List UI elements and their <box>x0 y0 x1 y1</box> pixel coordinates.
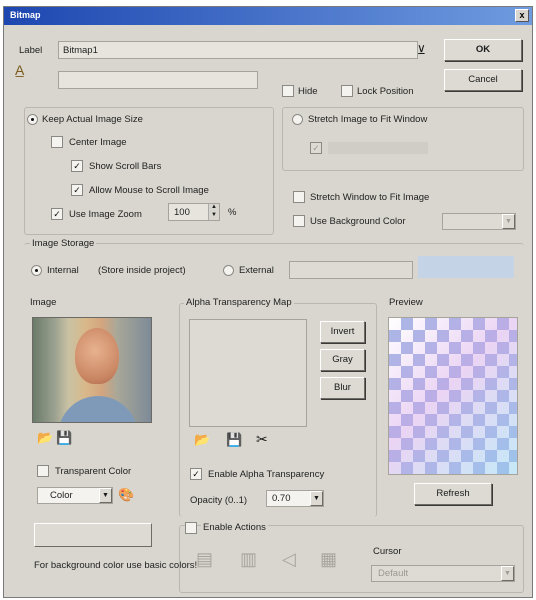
preview-heading: Preview <box>389 297 423 308</box>
external-label: External <box>239 265 274 276</box>
stretch-to-fit-label: Stretch Image to Fit Window <box>308 114 428 125</box>
cancel-button[interactable]: Cancel <box>444 69 522 91</box>
center-image-checkbox[interactable] <box>51 136 63 148</box>
external-path-field[interactable] <box>289 261 413 279</box>
allow-mouse-scroll-label: Allow Mouse to Scroll Image <box>89 185 209 196</box>
opacity-dropdown-arrow[interactable]: ▼ <box>310 491 323 506</box>
cursor-label: Cursor <box>373 546 402 557</box>
bitmap-dialog: Bitmap x Label Bitmap1 ⊻ OK Cancel A̲ Hi… <box>3 6 533 598</box>
refresh-button[interactable]: Refresh <box>414 483 492 505</box>
cursor-value: Default <box>378 568 409 579</box>
internal-radio[interactable] <box>31 265 42 276</box>
stretch-window-label: Stretch Window to Fit Image <box>310 192 430 203</box>
opacity-label: Opacity (0..1) <box>190 495 248 506</box>
color-select-value: Color <box>50 490 73 501</box>
internal-label: Internal <box>47 265 79 276</box>
allow-mouse-scroll-checkbox[interactable]: ✓ <box>71 184 83 196</box>
enable-alpha-label: Enable Alpha Transparency <box>208 469 325 480</box>
window-title: Bitmap <box>10 10 41 20</box>
open-image-icon[interactable]: 📂 <box>37 431 53 445</box>
keep-actual-label: Keep Actual Image Size <box>42 114 143 125</box>
enable-alpha-checkbox[interactable]: ✓ <box>190 468 202 480</box>
alpha-map-preview <box>189 319 307 427</box>
label-input[interactable]: Bitmap1 <box>58 41 418 59</box>
cursor-select[interactable]: Default ▼ <box>371 565 515 582</box>
use-image-zoom-label: Use Image Zoom <box>69 209 142 220</box>
font-icon[interactable]: A̲ <box>15 63 24 77</box>
alpha-heading: Alpha Transparency Map <box>184 297 294 308</box>
image-disabled-button[interactable] <box>34 523 152 547</box>
storage-heading: Image Storage <box>30 238 97 249</box>
background-color-dropdown-arrow[interactable]: ▼ <box>502 214 515 229</box>
zoom-unit: % <box>228 207 237 218</box>
use-background-color-label: Use Background Color <box>310 216 406 227</box>
image-face <box>75 328 119 384</box>
hide-label: Hide <box>298 86 318 97</box>
label-input-value: Bitmap1 <box>63 45 98 56</box>
action-edit-icon[interactable]: ▥ <box>240 550 257 568</box>
image-thumbnail <box>32 317 152 423</box>
action-delete-icon[interactable]: ▦ <box>320 550 337 568</box>
background-color-select[interactable]: ▼ <box>442 213 516 230</box>
hide-checkbox[interactable] <box>282 85 294 97</box>
image-shirt <box>58 396 138 422</box>
center-image-label: Center Image <box>69 137 127 148</box>
show-scroll-bars-checkbox[interactable]: ✓ <box>71 160 83 172</box>
cursor-dropdown-arrow[interactable]: ▼ <box>501 566 514 581</box>
color-picker-icon[interactable]: 🎨 <box>118 488 134 502</box>
ok-button[interactable]: OK <box>444 39 522 61</box>
zoom-input[interactable]: 100 ▲ ▼ <box>168 203 220 221</box>
zoom-spin-down[interactable]: ▼ <box>208 212 219 220</box>
enable-actions-label: Enable Actions <box>201 522 268 533</box>
invert-button[interactable]: Invert <box>320 321 365 343</box>
zoom-spin-up[interactable]: ▲ <box>208 204 219 212</box>
lock-position-label: Lock Position <box>357 86 414 97</box>
stretch-to-fit-radio[interactable] <box>292 114 303 125</box>
image-heading: Image <box>30 297 57 308</box>
transparent-color-checkbox[interactable] <box>37 465 49 477</box>
keep-actual-radio[interactable] <box>27 114 38 125</box>
save-alpha-icon[interactable]: 💾 <box>226 433 242 447</box>
close-button[interactable]: x <box>515 9 529 22</box>
color-dropdown-arrow[interactable]: ▼ <box>99 488 112 503</box>
enable-actions-checkbox[interactable] <box>185 522 197 534</box>
gray-button[interactable]: Gray <box>320 349 365 371</box>
blur-button[interactable]: Blur <box>320 377 365 399</box>
save-image-icon[interactable]: 💾 <box>56 431 72 445</box>
title-bar: Bitmap x <box>4 7 532 25</box>
pin-icon[interactable]: ⊻ <box>417 43 426 57</box>
external-radio[interactable] <box>223 265 234 276</box>
show-scroll-bars-label: Show Scroll Bars <box>89 161 162 172</box>
label-caption: Label <box>19 45 43 56</box>
stretch-window-checkbox[interactable] <box>293 191 305 203</box>
transparent-color-label: Transparent Color <box>55 466 132 477</box>
stretch-sub-checkbox[interactable]: ✓ <box>310 142 322 154</box>
open-alpha-icon[interactable]: 📂 <box>194 433 210 447</box>
preview-canvas <box>388 317 518 475</box>
color-select[interactable]: Color ▼ <box>37 487 113 504</box>
cut-alpha-icon[interactable]: ✂ <box>256 432 268 446</box>
image-note: For background color use basic colors! <box>34 560 198 571</box>
opacity-select[interactable]: 0.70 ▼ <box>266 490 324 507</box>
stretch-sub-label-placeholder <box>328 142 428 154</box>
internal-note: (Store inside project) <box>98 265 186 276</box>
actions-group <box>179 525 524 593</box>
use-image-zoom-checkbox[interactable]: ✓ <box>51 208 63 220</box>
lock-position-checkbox[interactable] <box>341 85 353 97</box>
action-sound-icon[interactable]: ◁ <box>282 550 296 568</box>
action-add-icon[interactable]: ▤ <box>196 550 213 568</box>
zoom-value: 100 <box>174 207 190 218</box>
opacity-value: 0.70 <box>272 493 291 504</box>
font-field[interactable] <box>58 71 258 89</box>
use-background-color-checkbox[interactable] <box>293 215 305 227</box>
storage-action-button[interactable] <box>418 256 514 278</box>
